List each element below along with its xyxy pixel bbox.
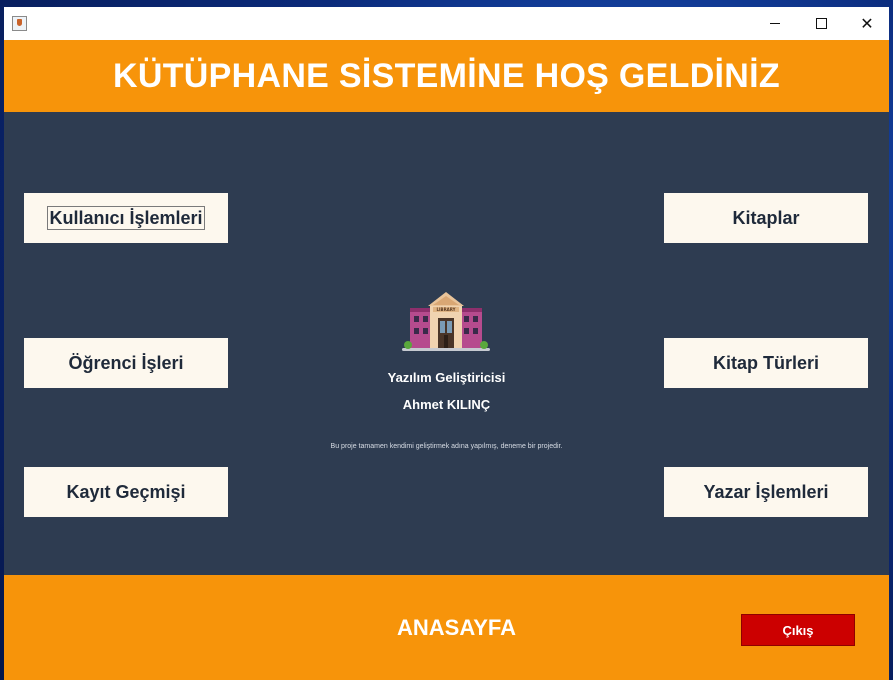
record-history-button[interactable]: Kayıt Geçmişi [24, 467, 228, 517]
minimize-icon [770, 23, 780, 24]
close-button[interactable]: ✕ [844, 7, 889, 40]
books-label: Kitaplar [732, 207, 800, 228]
maximize-button[interactable] [798, 7, 844, 40]
exit-label: Çıkış [782, 622, 814, 638]
footer-bar: ANASAYFA Çıkış [4, 575, 889, 680]
maximize-icon [815, 18, 827, 29]
header-banner: KÜTÜPHANE SİSTEMİNE HOŞ GELDİNİZ [4, 40, 889, 112]
library-sign: LIBRARY [436, 307, 455, 312]
author-operations-label: Yazar İşlemleri [703, 481, 829, 502]
author-operations-button[interactable]: Yazar İşlemleri [664, 467, 868, 517]
project-note: Bu proje tamamen kendimi geliştirmek adı… [330, 443, 563, 450]
record-history-label: Kayıt Geçmişi [66, 481, 186, 502]
java-app-icon [12, 16, 27, 31]
developer-title: Yazılım Geliştiricisi [387, 370, 506, 385]
user-operations-button[interactable]: Kullanıcı İşlemleri [24, 193, 228, 243]
main-window: ✕ KÜTÜPHANE SİSTEMİNE HOŞ GELDİNİZ Kulla… [4, 7, 889, 680]
page-title: KÜTÜPHANE SİSTEMİNE HOŞ GELDİNİZ [113, 56, 780, 95]
developer-name: Ahmet KILINÇ [402, 397, 491, 412]
exit-button[interactable]: Çıkış [741, 614, 855, 646]
books-button[interactable]: Kitaplar [664, 193, 868, 243]
minimize-button[interactable] [752, 7, 798, 40]
library-building-icon: LIBRARY [402, 292, 490, 351]
main-content: Kullanıcı İşlemleri Öğrenci İşleri Kayıt… [4, 112, 889, 575]
close-icon: ✕ [860, 13, 874, 33]
title-bar: ✕ [4, 7, 889, 40]
user-operations-label: Kullanıcı İşlemleri [47, 206, 205, 230]
